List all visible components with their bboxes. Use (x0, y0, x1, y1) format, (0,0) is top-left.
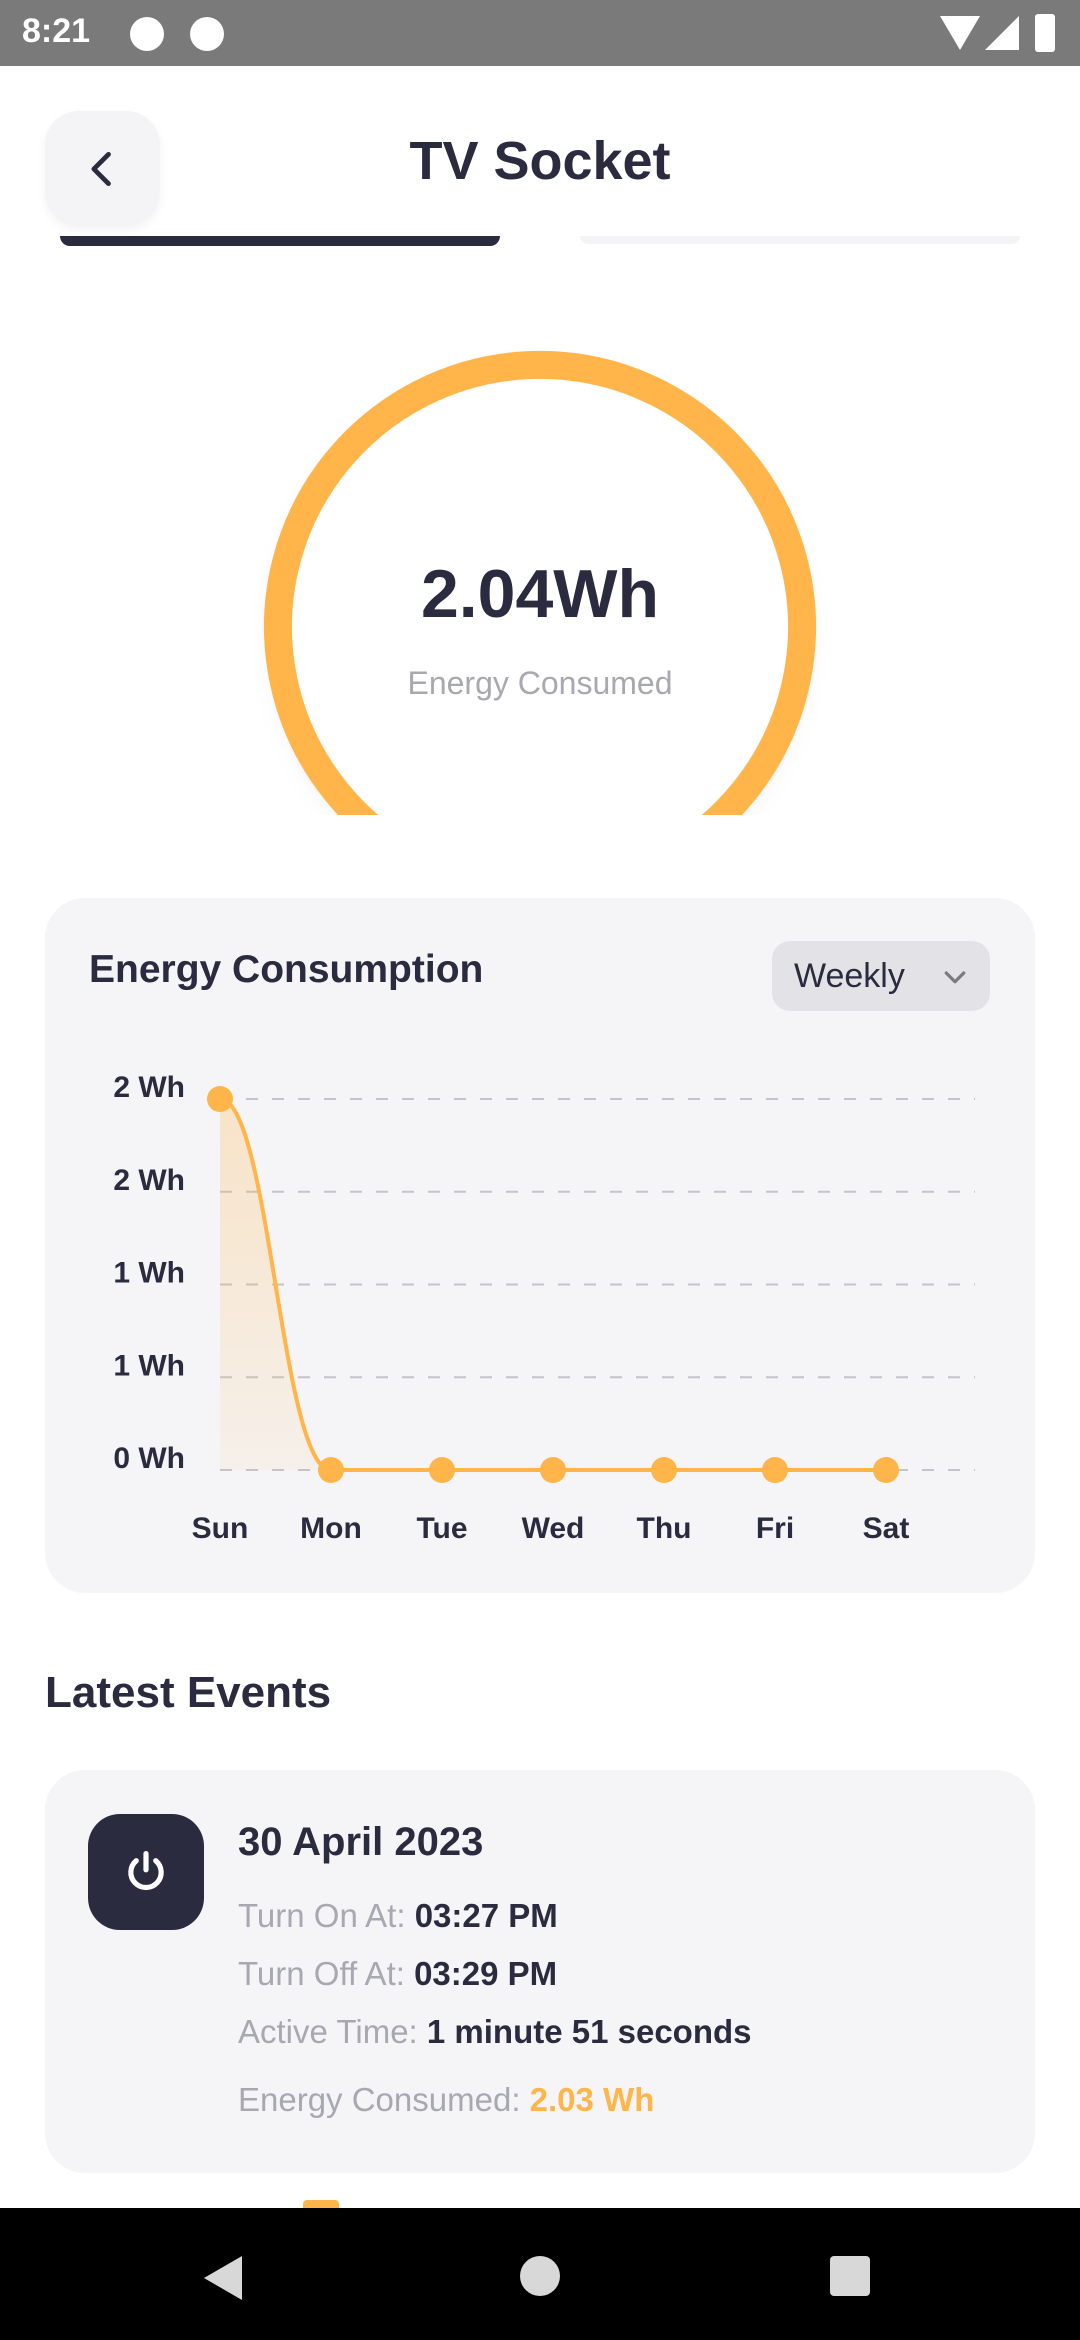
power-button[interactable] (88, 1814, 204, 1930)
y-tick-label: 2 Wh (113, 1164, 185, 1197)
status-bar: 8:21 (0, 0, 1080, 66)
battery-icon (1035, 14, 1055, 52)
page-title: TV Socket (409, 131, 671, 191)
turn-off-row: Turn Off At: 03:29 PM (238, 1955, 557, 1993)
turn-off-value: 03:29 PM (414, 1955, 558, 1992)
y-tick-label: 0 Wh (113, 1442, 185, 1475)
chart-data-point (651, 1457, 677, 1483)
chart-data-point (540, 1457, 566, 1483)
turn-on-row: Turn On At: 03:27 PM (238, 1897, 558, 1935)
gauge-value: 2.04Wh (420, 556, 660, 632)
wifi-icon (940, 16, 980, 50)
x-tick-label: Thu (637, 1512, 692, 1545)
energy-consumed-value: 2.03 Wh (529, 2081, 655, 2118)
nav-recents-icon[interactable] (830, 2256, 870, 2296)
tab-indicator-active[interactable] (60, 236, 500, 246)
x-tick-label: Sun (192, 1512, 249, 1545)
turn-on-value: 03:27 PM (414, 1897, 558, 1934)
chart-area-fill (220, 1099, 886, 1470)
next-card-peek (303, 2200, 339, 2208)
chart-data-point (207, 1086, 233, 1112)
latest-events-title: Latest Events (45, 1668, 332, 1717)
nav-home-icon[interactable] (520, 2256, 560, 2296)
gauge-label: Energy Consumed (407, 665, 673, 701)
y-tick-label: 1 Wh (113, 1257, 185, 1290)
app-notification-icon (190, 17, 224, 51)
status-time: 8:21 (22, 12, 91, 50)
power-icon (128, 1850, 164, 1891)
energy-chart-card: Energy Consumption Weekly 2 Wh 2 Wh 1 Wh 1 … (45, 898, 1035, 1593)
system-nav-bar (0, 2208, 1080, 2340)
event-date: 30 April 2023 (238, 1820, 484, 1864)
chart-data-point (762, 1457, 788, 1483)
energy-line-chart: 2 Wh 2 Wh 1 Wh 1 Wh 0 Wh Sun Mon Tue Wed Thu Fri Sa… (113, 1071, 975, 1545)
energy-consumed-label: Energy Consumed: (238, 2081, 521, 2118)
turn-off-label: Turn Off At: (238, 1955, 405, 1992)
app-header: TV Socket (0, 66, 1080, 236)
turn-on-label: Turn On At: (238, 1897, 406, 1934)
y-tick-label: 2 Wh (113, 1071, 185, 1104)
active-time-value: 1 minute 51 seconds (426, 2013, 752, 2050)
signal-icon (985, 16, 1019, 50)
chart-data-point (873, 1457, 899, 1483)
x-tick-label: Mon (300, 1512, 362, 1545)
nav-back-icon[interactable] (204, 2256, 242, 2300)
notification-dot-icon (130, 17, 164, 51)
chart-line (219, 1097, 886, 1472)
chart-data-point (429, 1457, 455, 1483)
event-card: 30 April 2023 Turn On At: 03:27 PM Turn … (45, 1770, 1035, 2173)
x-tick-label: Wed (522, 1512, 585, 1545)
y-tick-label: 1 Wh (113, 1349, 185, 1382)
x-tick-label: Fri (756, 1512, 794, 1545)
energy-consumed-row: Energy Consumed: 2.03 Wh (238, 2081, 654, 2119)
chart-data-point (318, 1457, 344, 1483)
active-time-row: Active Time: 1 minute 51 seconds (238, 2013, 752, 2051)
active-time-label: Active Time: (238, 2013, 418, 2050)
x-tick-label: Sat (863, 1512, 910, 1545)
tab-indicator-inactive[interactable] (580, 236, 1020, 244)
x-tick-label: Tue (416, 1512, 467, 1545)
